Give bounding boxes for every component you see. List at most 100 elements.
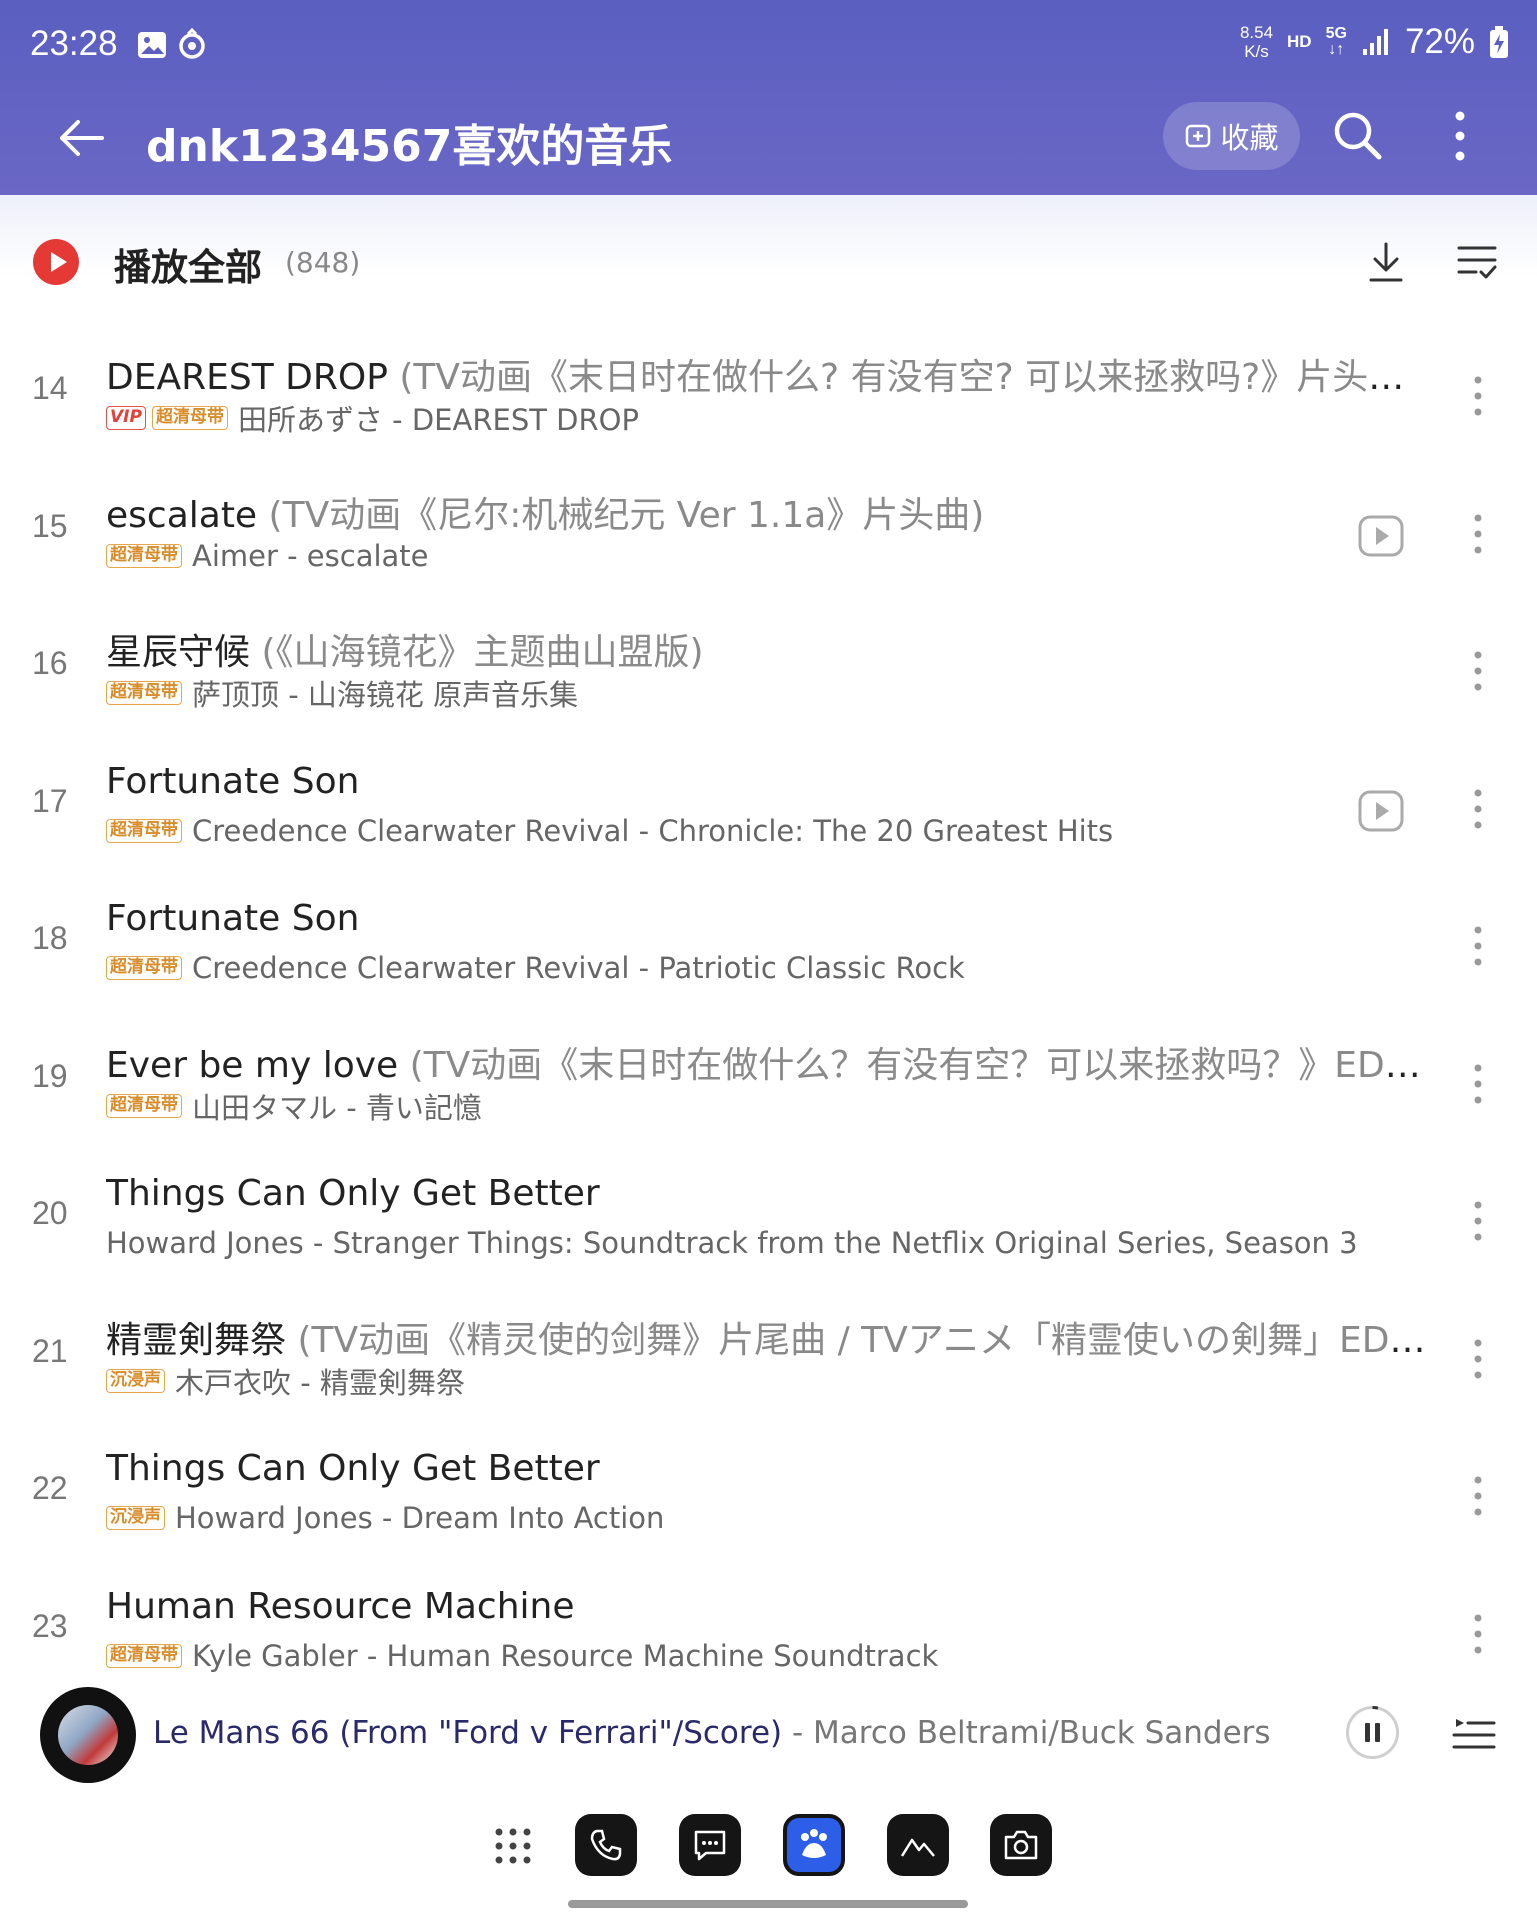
song-title: Ever be my love (TV动画《末日时在做什么？有没有空？可以来拯救… [106, 1036, 1428, 1088]
song-title-main: Fortunate Son [106, 760, 360, 802]
song-index: 18 [32, 920, 68, 956]
baidu-app-icon[interactable] [783, 1814, 845, 1876]
song-meta: 超清母带 Kyle Gabler - Human Resource Machine… [106, 1639, 938, 1673]
now-playing-artist: Marco Beltrami/Buck Sanders [813, 1715, 1271, 1751]
song-meta: 超清母带 Aimer - escalate [106, 539, 429, 573]
app-drawer-icon[interactable] [493, 1826, 533, 1866]
song-row[interactable]: 17 Fortunate Son 超清母带 Creedence Clearwater … [0, 743, 1537, 880]
song-artist-album: Creedence Clearwater Revival - Patriotic… [192, 951, 965, 985]
more-options-icon[interactable] [1440, 106, 1480, 166]
song-title-main: 星辰守候 [106, 632, 251, 673]
song-title-main: Things Can Only Get Better [106, 1173, 600, 1214]
song-index: 16 [32, 645, 68, 681]
mv-play-icon[interactable] [1357, 514, 1405, 558]
song-more-icon[interactable] [1468, 372, 1488, 420]
album-art[interactable] [40, 1687, 136, 1783]
song-artist-album: Howard Jones - Stranger Things: Soundtra… [106, 1226, 1358, 1260]
song-title: Human Resource Machine [106, 1586, 1428, 1627]
battery-charging-icon [1490, 26, 1508, 58]
song-title: Things Can Only Get Better [106, 1173, 1428, 1214]
song-artist-album: Aimer - escalate [192, 538, 429, 573]
song-more-icon[interactable] [1468, 1060, 1488, 1108]
signal-icon [1362, 29, 1388, 55]
song-title-subtitle: (TV动画《尼尔:机械纪元 Ver 1.1a》片头曲) [257, 494, 985, 536]
quality-badge: 超清母带 [106, 1643, 182, 1668]
song-artist-album: Creedence Clearwater Revival - Chronicle… [192, 813, 1114, 848]
song-artist-album: 田所あずさ - DEAREST DROP [237, 403, 639, 437]
quality-badge: 沉浸声 [106, 1368, 165, 1393]
song-more-icon[interactable] [1468, 922, 1488, 970]
song-row[interactable]: 15 escalate (TV动画《尼尔:机械纪元 Ver 1.1a》片头曲) 超清… [0, 468, 1537, 605]
gallery-app-icon[interactable] [887, 1814, 949, 1876]
collect-button[interactable]: 收藏 [1163, 102, 1300, 170]
playlist-icon[interactable] [1452, 1711, 1496, 1755]
quality-badge: 超清母带 [106, 956, 182, 980]
song-row[interactable]: 22 Things Can Only Get Better 沉浸声 Howard Jo… [0, 1430, 1537, 1567]
status-right: 8.54 K/s HD 5G ↓↑ 72% [1240, 22, 1509, 62]
multi-select-icon[interactable] [1456, 242, 1498, 282]
song-index: 21 [32, 1332, 68, 1369]
collect-label: 收藏 [1220, 121, 1279, 155]
messages-app-icon[interactable] [679, 1814, 741, 1876]
download-icon[interactable] [1366, 240, 1406, 284]
song-more-icon[interactable] [1468, 1197, 1488, 1245]
quality-badge: 沉浸声 [106, 1506, 165, 1530]
collect-icon [1186, 124, 1211, 148]
song-meta: 超清母带 萨顶顶 - 山海镜花 原声音乐集 [106, 676, 578, 712]
song-row[interactable]: 21 精霊剣舞祭 (TV动画《精灵使的剑舞》片尾曲 / TVアニメ「精霊使いの剣舞… [0, 1293, 1537, 1430]
mv-play-icon[interactable] [1357, 789, 1405, 833]
song-more-icon[interactable] [1468, 1472, 1488, 1520]
song-more-icon[interactable] [1468, 1610, 1488, 1658]
pause-icon[interactable] [1345, 1705, 1400, 1760]
song-artist-album: 木戸衣吹 - 精霊剣舞祭 [175, 1365, 465, 1400]
song-title-main: Fortunate Son [106, 898, 360, 939]
phone-app-icon[interactable] [575, 1814, 637, 1876]
page-title: dnk1234567喜欢的音乐 [146, 121, 673, 172]
song-title-main: Human Resource Machine [106, 1585, 575, 1627]
song-title-main: 精霊剣舞祭 [106, 1319, 287, 1361]
song-title: Fortunate Son [106, 898, 1428, 939]
song-artist-album: Howard Jones - Dream Into Action [175, 1501, 665, 1535]
quality-badge: 超清母带 [106, 818, 182, 843]
song-index: 23 [32, 1607, 68, 1644]
song-more-icon[interactable] [1468, 510, 1488, 558]
now-playing-text[interactable]: Le Mans 66 (From "Ford v Ferrari"/Score)… [153, 1715, 1271, 1751]
toolbar: dnk1234567喜欢的音乐 收藏 [0, 90, 1537, 195]
song-row[interactable]: 19 Ever be my love (TV动画《末日时在做什么？有没有空？可以来… [0, 1018, 1537, 1155]
song-title: Things Can Only Get Better [106, 1448, 1428, 1489]
song-index: 15 [32, 507, 68, 544]
play-all-label[interactable]: 播放全部 [114, 237, 262, 291]
song-title-main: escalate [106, 494, 258, 536]
song-title: 星辰守候 (《山海镜花》主题曲山盟版) [106, 623, 1428, 675]
vip-badge: VIP [106, 406, 146, 430]
song-title: escalate (TV动画《尼尔:机械纪元 Ver 1.1a》片头曲) [106, 486, 1428, 538]
song-row[interactable]: 16 星辰守候 (《山海镜花》主题曲山盟版) 超清母带 萨顶顶 - 山海镜花 原声音乐… [0, 605, 1537, 742]
song-index: 22 [32, 1470, 68, 1506]
song-row[interactable]: 20 Things Can Only Get Better Howard Jones… [0, 1155, 1537, 1292]
camera-app-icon[interactable] [990, 1814, 1052, 1876]
search-icon[interactable] [1330, 108, 1384, 162]
network-speed: 8.54 K/s [1239, 23, 1274, 61]
song-more-icon[interactable] [1468, 647, 1488, 695]
song-title: 精霊剣舞祭 (TV动画《精灵使的剑舞》片尾曲 / TVアニメ「精霊使いの剣舞」E… [106, 1311, 1428, 1363]
song-title-main: Things Can Only Get Better [106, 1448, 600, 1489]
mini-player[interactable]: Le Mans 66 (From "Ford v Ferrari"/Score)… [0, 1675, 1537, 1800]
song-title: Fortunate Son [106, 761, 1428, 802]
song-more-icon[interactable] [1468, 785, 1488, 833]
song-meta: 沉浸声 Howard Jones - Dream Into Action [106, 1501, 664, 1535]
song-meta: 沉浸声 木戸衣吹 - 精霊剣舞祭 [106, 1364, 465, 1400]
now-playing-title: Le Mans 66 (From "Ford v Ferrari"/Score) [153, 1715, 783, 1751]
song-row[interactable]: 18 Fortunate Son 超清母带 Creedence Clearwater … [0, 880, 1537, 1017]
song-more-icon[interactable] [1468, 1335, 1488, 1383]
song-title-subtitle: (《山海镜花》主题曲山盟版) [250, 632, 704, 673]
sync-notification-icon [179, 28, 205, 59]
play-all-icon[interactable] [32, 238, 80, 286]
song-meta: 超清母带 Creedence Clearwater Revival - Patri… [106, 951, 965, 985]
home-indicator[interactable] [568, 1900, 968, 1908]
back-arrow-icon[interactable] [52, 108, 112, 168]
play-all-row[interactable]: 播放全部 (848) [0, 195, 1537, 330]
quality-badge: 超清母带 [106, 543, 182, 568]
song-row[interactable]: 14 DEAREST DROP (TV动画《末日时在做什么? 有没有空? 可以来拯… [0, 330, 1537, 467]
network-type: 5G ↓↑ [1325, 25, 1347, 58]
battery-percent: 72% [1404, 22, 1475, 61]
